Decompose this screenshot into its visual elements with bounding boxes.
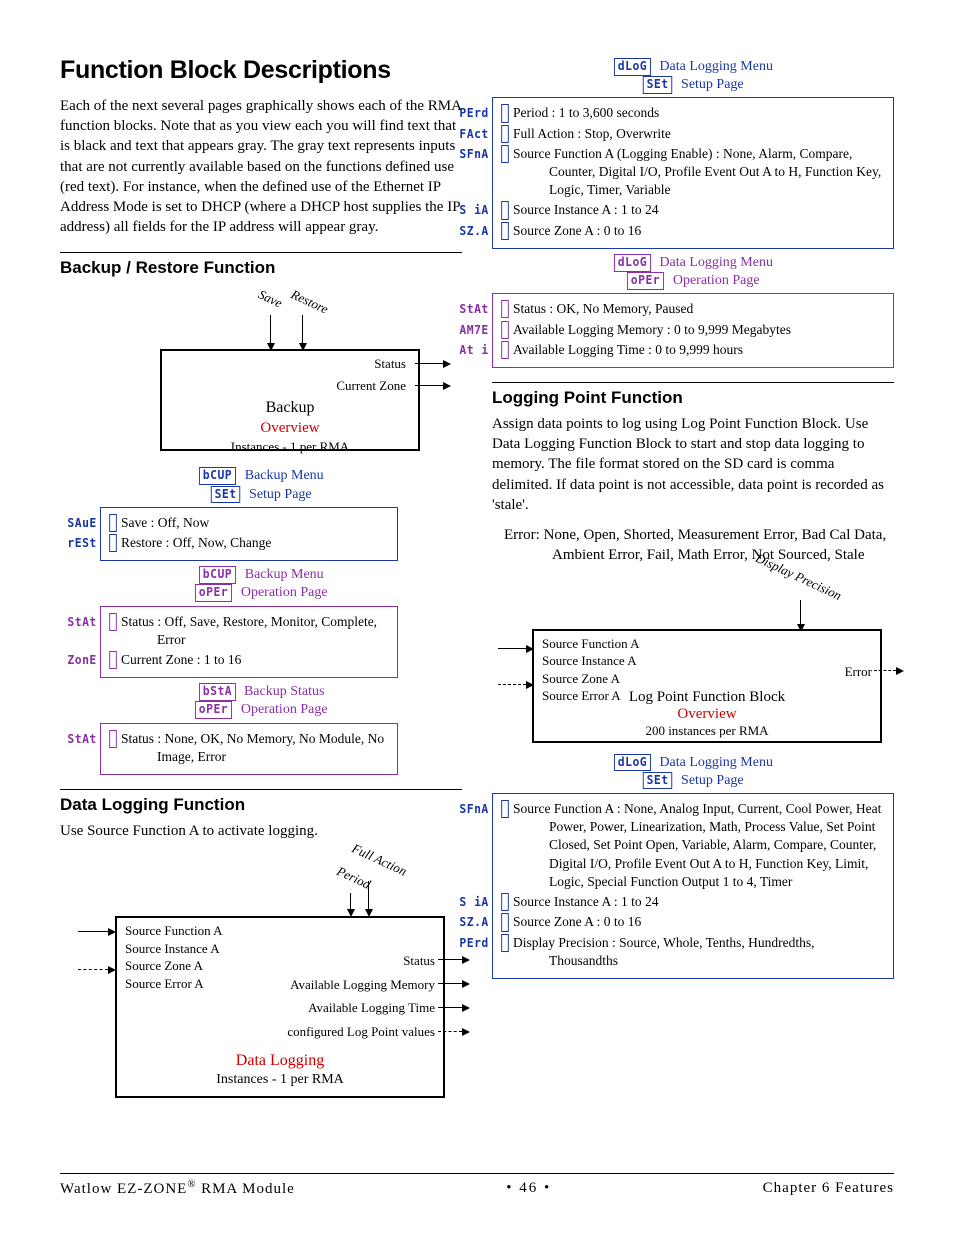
backup-box2-header: bCUP Backup Menu oPEr Operation Page	[60, 566, 462, 602]
seg-set: SEt	[211, 486, 241, 504]
datalog-diagram: Full Action Period Source Function A Sou…	[60, 851, 462, 1101]
footer-page: • 46 •	[506, 1178, 551, 1199]
seg-bcup: bCUP	[199, 467, 236, 485]
datalog-intro: Use Source Function A to activate loggin…	[60, 821, 462, 841]
logpoint-diagram: Display Precision Source Function A Sour…	[492, 574, 894, 744]
datalog-box2: StAtStatus : OK, No Memory, Paused AM7EA…	[492, 293, 894, 368]
datalog-box1-header: dLoG Data Logging Menu SEt Setup Page	[492, 58, 894, 94]
intro-paragraph: Each of the next several pages graphical…	[60, 96, 462, 238]
logpoint-box-header: dLoG Data Logging Menu SEt Setup Page	[492, 754, 894, 790]
backup-box2: StAtStatus : Off, Save, Restore, Monitor…	[100, 606, 398, 679]
page-footer: Watlow EZ-ZONE® RMA Module • 46 • Chapte…	[60, 1173, 894, 1199]
footer-left: Watlow EZ-ZONE	[60, 1181, 187, 1197]
block-sub: Overview	[170, 418, 410, 438]
page-title: Function Block Descriptions	[60, 54, 462, 88]
logpoint-box: SFnASource Function A : None, Analog Inp…	[492, 793, 894, 979]
logpoint-intro: Assign data points to log using Log Poin…	[492, 414, 894, 515]
right-column: dLoG Data Logging Menu SEt Setup Page PE…	[492, 50, 894, 1150]
datalog-heading: Data Logging Function	[60, 789, 462, 817]
out-status: Status	[170, 355, 410, 373]
logpoint-error: Error: None, Open, Shorted, Measurement …	[492, 525, 894, 566]
datalog-box1: PErdPeriod : 1 to 3,600 seconds FActFull…	[492, 97, 894, 249]
backup-heading: Backup / Restore Function	[60, 252, 462, 280]
block-inst: Instances - 1 per RMA	[170, 438, 410, 456]
label-save: Save	[255, 286, 285, 312]
backup-box1-header: bCUP Backup Menu SEt Setup Page	[60, 467, 462, 503]
backup-box3-header: bStA Backup Status oPEr Operation Page	[60, 683, 462, 719]
logpoint-heading: Logging Point Function	[492, 382, 894, 410]
left-column: Function Block Descriptions Each of the …	[60, 50, 462, 1150]
out-czone: Current Zone	[170, 377, 410, 395]
block-name: Backup	[170, 397, 410, 419]
backup-diagram: Save Restore Status Current Zone Backup …	[60, 287, 462, 457]
backup-box1: SAuESave : Off, Now rEStRestore : Off, N…	[100, 507, 398, 561]
datalog-box2-header: dLoG Data Logging Menu oPEr Operation Pa…	[492, 254, 894, 290]
footer-right: Chapter 6 Features	[763, 1178, 894, 1199]
backup-box3: StAtStatus : None, OK, No Memory, No Mod…	[100, 723, 398, 775]
label-restore: Restore	[288, 286, 331, 318]
